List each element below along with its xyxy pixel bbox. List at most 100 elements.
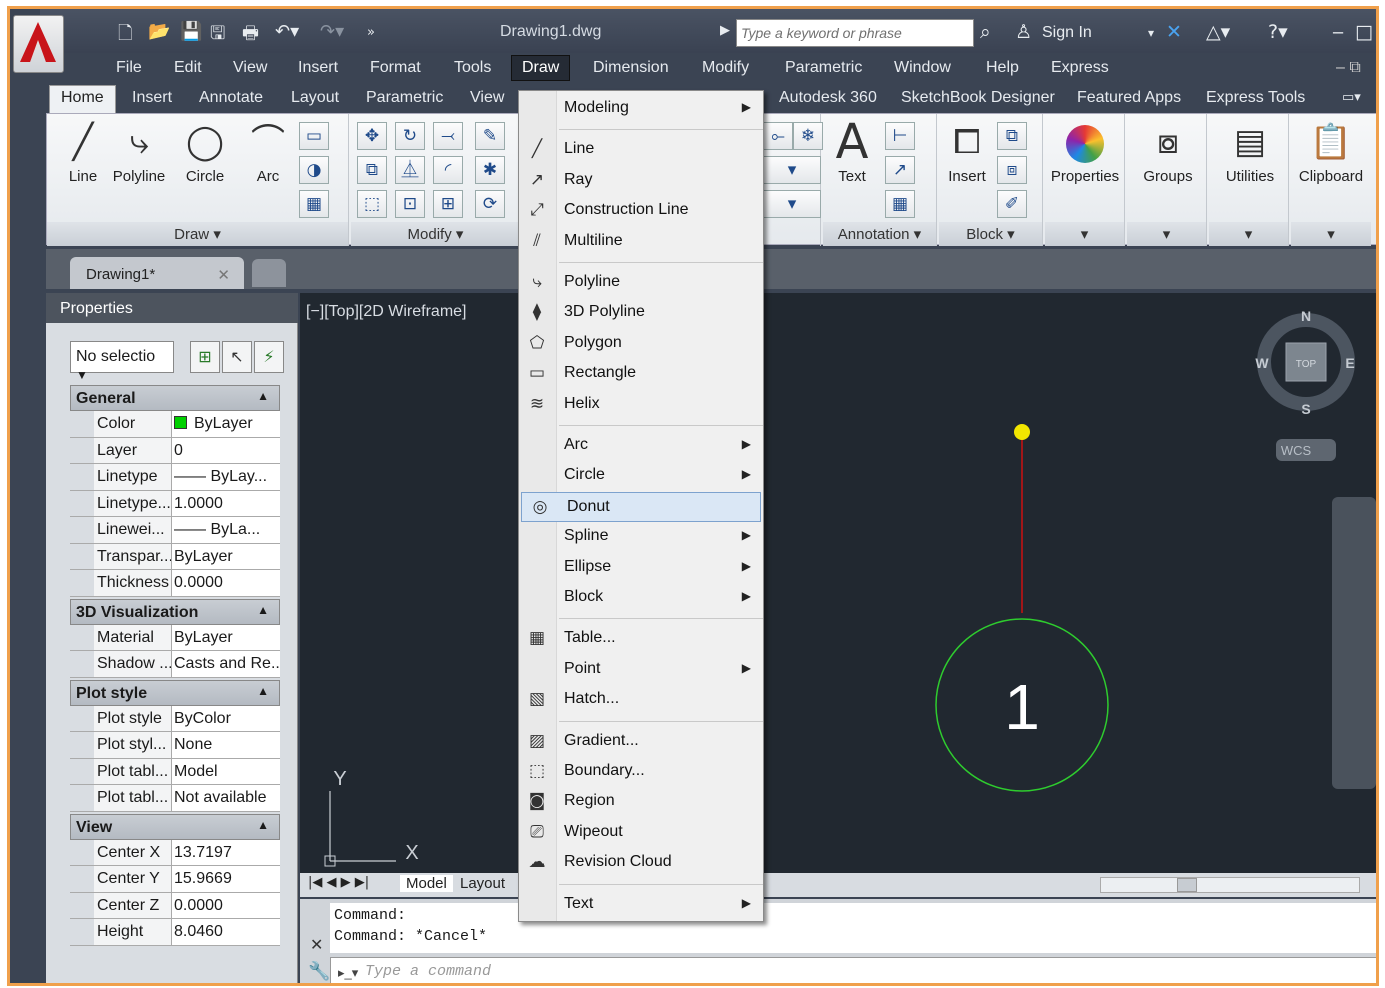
arc-button[interactable]: ⌒ Arc xyxy=(243,118,293,185)
stretch-icon[interactable]: ⬚ xyxy=(357,190,387,218)
fillet-icon[interactable]: ◜ xyxy=(433,156,463,184)
property-value[interactable]: 0.0000 xyxy=(172,570,280,596)
property-row[interactable]: Linetype —— ByLay... xyxy=(70,464,280,491)
menu-item-arc[interactable]: Arc ▶ xyxy=(519,431,763,461)
scale-icon[interactable]: ⊡ xyxy=(395,190,425,218)
ribbon-minimize-icon[interactable]: ▭▾ xyxy=(1342,89,1361,105)
new-tab-button[interactable] xyxy=(252,259,286,287)
property-row[interactable]: Linetype... 1.0000 xyxy=(70,490,280,517)
menu-dimension[interactable]: Dimension xyxy=(593,59,669,77)
property-value[interactable]: ByLayer xyxy=(172,625,280,651)
menu-item-ellipse[interactable]: Ellipse ▶ xyxy=(519,553,763,583)
section-header[interactable]: Plot style ▲ xyxy=(70,679,280,706)
rotate-icon[interactable]: ↻ xyxy=(395,122,425,150)
menu-item-spline[interactable]: Spline ▶ xyxy=(519,522,763,552)
property-row[interactable]: Center Y 15.9669 xyxy=(70,866,280,893)
tab-insert[interactable]: Insert xyxy=(132,89,172,107)
minimize-icon[interactable]: ‒ xyxy=(1332,21,1344,43)
binoculars-icon[interactable]: ⌕ xyxy=(980,21,991,43)
property-value[interactable]: 0 xyxy=(172,438,280,464)
menu-item-ray[interactable]: ↗ Ray xyxy=(519,166,763,196)
offset-icon[interactable]: ⟳ xyxy=(475,190,505,218)
circle-button[interactable]: ◯ Circle xyxy=(177,118,233,185)
menu-parametric[interactable]: Parametric xyxy=(785,59,862,77)
line-button[interactable]: ╱ Line xyxy=(57,118,109,185)
menu-item-revision-cloud[interactable]: ☁ Revision Cloud xyxy=(519,848,763,878)
menu-item-multiline[interactable]: ⫽ Multiline xyxy=(519,227,763,257)
menu-item-block[interactable]: Block ▶ xyxy=(519,583,763,613)
menu-item-boundary[interactable]: ⬚ Boundary... xyxy=(519,757,763,787)
menu-item-region[interactable]: ◙ Region xyxy=(519,787,763,817)
menu-tools[interactable]: Tools xyxy=(454,59,491,77)
property-value[interactable]: 15.9669 xyxy=(172,866,280,892)
menu-item-wipeout[interactable]: ⎚ Wipeout xyxy=(519,818,763,848)
property-row[interactable]: Transpar... ByLayer xyxy=(70,543,280,570)
gradient-icon[interactable]: ▦ xyxy=(299,190,329,218)
collapse-icon[interactable]: ▲ xyxy=(257,603,269,617)
application-menu-button[interactable] xyxy=(13,15,64,73)
insert-button[interactable]: ⧠ Insert xyxy=(943,118,991,185)
property-value[interactable]: Casts and Re... xyxy=(172,651,280,677)
more-icon[interactable]: » xyxy=(367,25,375,40)
property-row[interactable]: Material ByLayer xyxy=(70,624,280,651)
section-header[interactable]: View ▲ xyxy=(70,813,280,840)
close-tab-icon[interactable]: ✕ xyxy=(217,266,230,284)
menu-modify[interactable]: Modify xyxy=(702,59,749,77)
quick-select-icon[interactable]: ⚡ xyxy=(254,341,284,373)
menu-edit[interactable]: Edit xyxy=(174,59,202,77)
menu-insert[interactable]: Insert xyxy=(298,59,338,77)
section-header[interactable]: General ▲ xyxy=(70,385,280,411)
layer-freeze-icon[interactable]: ❄ xyxy=(793,122,823,150)
command-prompt-icon[interactable]: ▸_▾ xyxy=(338,965,358,981)
menu-item-helix[interactable]: ≋ Helix xyxy=(519,390,763,420)
attribute-icon[interactable]: ✐ xyxy=(997,190,1027,218)
property-value[interactable]: Model xyxy=(172,759,280,785)
menu-item-modeling[interactable]: Modeling ▶ xyxy=(519,94,763,124)
menu-item-table[interactable]: ▦ Table... xyxy=(519,624,763,654)
menu-format[interactable]: Format xyxy=(370,59,421,77)
menu-item-donut[interactable]: ◎ Donut xyxy=(521,491,761,522)
horizontal-scrollbar[interactable] xyxy=(1100,877,1360,893)
menu-draw[interactable]: Draw xyxy=(511,55,571,81)
property-row[interactable]: Plot tabl... Model xyxy=(70,758,280,785)
property-row[interactable]: Thickness 0.0000 xyxy=(70,570,280,597)
menu-view[interactable]: View xyxy=(233,59,267,77)
menu-item-gradient[interactable]: ▨ Gradient... xyxy=(519,727,763,757)
menu-file[interactable]: File xyxy=(116,59,142,77)
tab-sketchbook-designer[interactable]: SketchBook Designer xyxy=(901,89,1055,107)
save-as-icon[interactable]: 🖫 xyxy=(210,21,225,51)
layer-state-icon[interactable]: ⟜ xyxy=(763,122,793,150)
menu-item-hatch[interactable]: ▧ Hatch... xyxy=(519,685,763,715)
customize-icon[interactable]: 🔧 xyxy=(308,961,330,982)
properties-button[interactable]: Properties xyxy=(1047,118,1123,185)
layer-dropdown-2[interactable]: ▾ xyxy=(763,190,821,218)
property-row[interactable]: Height 8.0460 xyxy=(70,919,280,946)
menu-item-polyline[interactable]: ⤷ Polyline xyxy=(519,268,763,298)
draw-panel-footer[interactable]: Draw ▾ xyxy=(47,222,348,246)
document-tab[interactable]: Drawing1* ✕ xyxy=(70,257,244,289)
property-value[interactable]: 1.0000 xyxy=(172,491,280,517)
selection-dropdown[interactable]: No selectio ▼ xyxy=(70,341,174,382)
menu-item-rectangle[interactable]: ▭ Rectangle xyxy=(519,359,763,389)
tab-layout[interactable]: Layout xyxy=(291,89,339,107)
erase-icon[interactable]: ✎ xyxy=(475,122,505,150)
layer-dropdown[interactable]: ▾ xyxy=(763,156,821,184)
menu-express[interactable]: Express xyxy=(1051,59,1109,77)
open-icon[interactable]: 📂 xyxy=(148,21,170,42)
property-row[interactable]: Center X 13.7197 xyxy=(70,839,280,866)
collapse-icon[interactable]: ▲ xyxy=(257,389,269,403)
restore-icon[interactable]: ‒ ⧉ xyxy=(1336,59,1361,77)
modify-panel-footer[interactable]: Modify ▾ xyxy=(351,222,520,246)
property-row[interactable]: Linewei... —— ByLa... xyxy=(70,517,280,544)
menu-item-circle[interactable]: Circle ▶ xyxy=(519,461,763,491)
polyline-button[interactable]: ⤷ Polyline xyxy=(107,118,171,185)
copy-icon[interactable]: ⧉ xyxy=(357,156,387,184)
nav-arrows-icon[interactable]: |◀ ◀ ▶ ▶| xyxy=(308,875,369,890)
property-row[interactable]: Plot style ByColor xyxy=(70,705,280,732)
menu-item-construction-line[interactable]: ⤢ Construction Line xyxy=(519,196,763,226)
collapse-icon[interactable]: ▲ xyxy=(257,818,269,832)
groups-button[interactable]: ⧇ Groups xyxy=(1133,118,1203,185)
user-icon[interactable]: ♙ xyxy=(1015,21,1032,43)
property-value[interactable]: —— ByLa... xyxy=(172,517,280,543)
dimension-icon[interactable]: ⊢ xyxy=(885,122,915,150)
